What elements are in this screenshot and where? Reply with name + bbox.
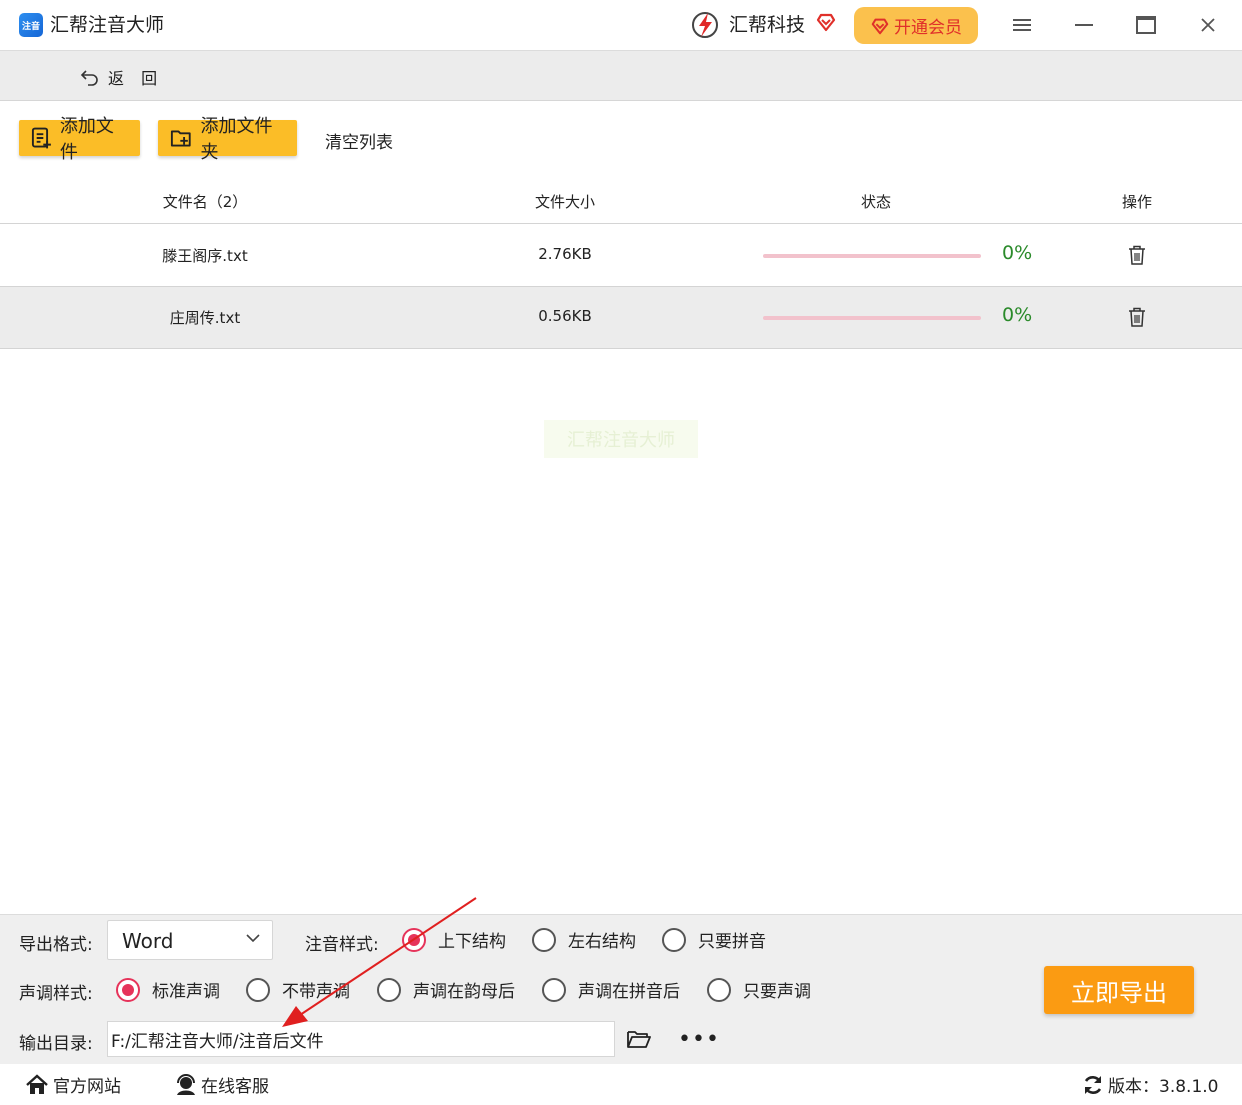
radio-label: 声调在韵母后: [413, 982, 515, 1002]
add-file-label: 添加文件: [59, 116, 114, 163]
radio-circle: [707, 977, 731, 1002]
radio-label: 不带声调: [282, 982, 350, 1002]
footer: 官方网站 在线客服 版本：3.8.1.0: [0, 1064, 1242, 1105]
watermark: 汇帮注音大师: [544, 420, 698, 458]
file-name: 庄周传.txt: [169, 309, 241, 327]
format-select[interactable]: Word: [107, 920, 273, 960]
column-size-header: 文件大小: [534, 193, 596, 211]
style-radio-pinyin-only[interactable]: 只要拼音: [662, 927, 766, 952]
add-folder-button[interactable]: 添加文件夹: [158, 116, 297, 163]
radio-circle: [402, 927, 426, 952]
radio-label: 只要拼音: [698, 932, 766, 952]
radio-circle: [662, 927, 686, 952]
radio-label: 上下结构: [438, 932, 506, 952]
style-radio-top-bottom[interactable]: 上下结构: [402, 927, 506, 952]
column-status-header: 状态: [860, 193, 892, 211]
progress-bar: [763, 316, 981, 320]
brand-name: 汇帮科技: [729, 14, 806, 36]
radio-label: 左右结构: [568, 932, 636, 952]
style-label: 注音样式:: [305, 935, 379, 955]
options-panel: 导出格式: Word 注音样式: 上下结构 左右结构 只要拼音 声调样式: 标准…: [0, 914, 1242, 1064]
back-label: 返 回: [108, 69, 164, 88]
clear-list-button[interactable]: 清空列表: [325, 128, 393, 153]
file-name: 滕王阁序.txt: [162, 247, 248, 265]
back-bar: 返 回: [0, 50, 1242, 101]
table-header: 文件名（2） 文件大小 状态 操作: [0, 178, 1242, 224]
column-name-header: 文件名（2）: [162, 193, 248, 211]
tone-radio-after-final[interactable]: 声调在韵母后: [377, 977, 515, 1002]
vip-heart-icon: [871, 18, 889, 34]
undo-arrow-icon: [80, 70, 98, 86]
tone-radio-none[interactable]: 不带声调: [246, 977, 350, 1002]
back-button[interactable]: 返 回: [80, 65, 163, 89]
progress-percent: 0%: [1002, 304, 1033, 326]
delete-icon[interactable]: [1128, 307, 1146, 327]
maximize-icon[interactable]: [1131, 10, 1161, 40]
brand-logo-icon: [692, 12, 718, 38]
website-label: 官方网站: [53, 1077, 121, 1097]
radio-circle: [246, 977, 270, 1002]
version-label: 版本：3.8.1.0: [1108, 1077, 1219, 1097]
format-label: 导出格式:: [19, 935, 93, 955]
more-options-button[interactable]: •••: [678, 1027, 720, 1052]
radio-label: 只要声调: [743, 982, 811, 1002]
tone-label: 声调样式:: [19, 984, 93, 1004]
open-folder-icon[interactable]: [627, 1029, 651, 1049]
refresh-icon: [1084, 1075, 1102, 1094]
heart-diamond-icon: [816, 13, 836, 32]
title-bar: 注音 汇帮注音大师 汇帮科技 开通会员: [0, 0, 1242, 50]
add-file-button[interactable]: 添加文件: [19, 116, 140, 163]
tone-radio-tone-only[interactable]: 只要声调: [707, 977, 811, 1002]
vip-label: 开通会员: [894, 18, 962, 38]
delete-icon[interactable]: [1128, 245, 1146, 265]
tone-radio-after-pinyin[interactable]: 声调在拼音后: [542, 977, 680, 1002]
official-website-link[interactable]: 官方网站: [25, 1072, 121, 1097]
format-value: Word: [122, 929, 174, 953]
table-row[interactable]: 滕王阁序.txt 2.76KB 0%: [0, 225, 1242, 287]
add-folder-icon: [170, 130, 191, 147]
style-radio-left-right[interactable]: 左右结构: [532, 927, 636, 952]
close-icon[interactable]: [1193, 10, 1223, 40]
customer-service-icon: [177, 1073, 195, 1095]
radio-circle: [116, 977, 140, 1002]
app-title: 汇帮注音大师: [50, 14, 165, 36]
vip-button[interactable]: 开通会员: [854, 7, 978, 44]
radio-circle: [377, 977, 401, 1002]
export-button[interactable]: 立即导出: [1044, 966, 1194, 1014]
radio-label: 声调在拼音后: [578, 982, 680, 1002]
table-row[interactable]: 庄周传.txt 0.56KB 0%: [0, 287, 1242, 349]
chevron-down-icon: [246, 934, 260, 943]
radio-label: 标准声调: [152, 982, 220, 1002]
add-file-icon: [31, 127, 51, 149]
tone-radio-standard[interactable]: 标准声调: [116, 977, 220, 1002]
minimize-icon[interactable]: [1069, 10, 1099, 40]
app-logo-icon: 注音: [19, 13, 43, 37]
support-label: 在线客服: [201, 1077, 269, 1097]
home-icon: [26, 1073, 48, 1094]
radio-circle: [542, 977, 566, 1002]
version-info: 版本：3.8.1.0: [1082, 1072, 1218, 1097]
menu-icon[interactable]: [1007, 10, 1037, 40]
file-size: 0.56KB: [538, 307, 592, 325]
output-path-input[interactable]: [107, 1021, 615, 1057]
progress-bar: [763, 254, 981, 258]
add-folder-label: 添加文件夹: [200, 116, 273, 163]
column-action-header: 操作: [1121, 193, 1153, 211]
output-label: 输出目录:: [19, 1034, 93, 1054]
online-support-link[interactable]: 在线客服: [175, 1072, 269, 1097]
progress-percent: 0%: [1002, 242, 1033, 264]
file-size: 2.76KB: [538, 245, 592, 263]
radio-circle: [532, 927, 556, 952]
